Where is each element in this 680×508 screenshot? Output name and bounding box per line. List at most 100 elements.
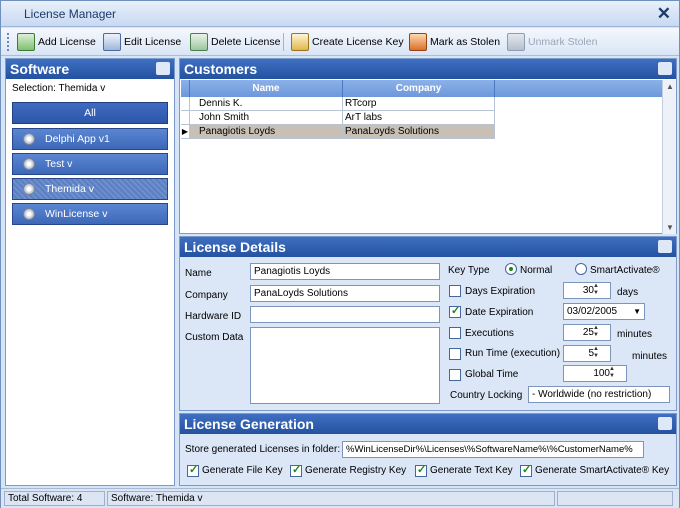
create-license-key-button[interactable]: Create License Key [291,32,404,52]
country-locking-label: Country Locking [450,390,523,401]
folder-label: Store generated Licenses in folder: [185,444,341,455]
smartactivate-radio-label: SmartActivate® [590,265,660,276]
spinner-arrows-icon[interactable]: ▲ ▼ [593,346,609,361]
spinner-arrows-icon[interactable]: ▲ ▼ [593,283,609,298]
edit-license-icon [103,33,121,51]
executions-spinner[interactable]: 25 ▲ ▼ [563,324,611,341]
cd-icon [23,133,35,145]
spinner-arrows-icon[interactable]: ▲ ▼ [593,325,609,340]
custom-data-field[interactable] [250,327,440,404]
software-panel: Software Selection: Themida v All Delphi… [5,58,175,486]
software-status: Software: Themida v [107,491,555,506]
add-license-icon [17,33,35,51]
delete-license-icon [190,33,208,51]
unmark-stolen-icon [507,33,525,51]
edit-license-button[interactable]: Edit License [103,32,181,52]
toolbar: Add License Edit License Delete License … [1,28,679,56]
current-row-arrow-icon: ▶ [181,125,190,139]
software-item-themida[interactable]: Themida v [12,178,168,200]
generate-text-key-label: Generate Text Key [430,465,513,476]
status-empty-cell [557,491,673,506]
software-item-delphi-app[interactable]: Delphi App v1 [12,128,168,150]
company-label: Company [185,290,228,301]
close-icon[interactable]: ✕ [657,4,671,24]
software-options-icon[interactable] [156,62,170,75]
scroll-up-icon[interactable]: ▲ [666,82,674,91]
runtime-checkbox[interactable] [449,348,461,360]
custom-data-label: Custom Data [185,332,244,343]
window-title: License Manager [24,7,117,21]
key-type-label: Key Type [448,265,490,276]
days-expiration-label: Days Expiration [465,286,536,297]
delete-license-button[interactable]: Delete License [190,32,280,52]
total-software-status: Total Software: 4 [4,491,105,506]
license-manager-window: License Manager ✕ Add License Edit Licen… [0,0,680,508]
key-icon [291,33,309,51]
runtime-spinner[interactable]: 5 ▲ ▼ [563,345,611,362]
name-field[interactable]: Panagiotis Loyds [250,263,440,280]
generate-registry-key-label: Generate Registry Key [305,465,407,476]
scroll-down-icon[interactable]: ▼ [666,223,674,232]
column-header-company[interactable]: Company [343,80,495,97]
country-locking-select[interactable]: - Worldwide (no restriction) [528,386,670,403]
customers-panel: Customers Name Company Dennis K. RTcorp J… [179,58,677,234]
selection-label: Selection: Themida v [12,83,106,94]
executions-checkbox[interactable] [449,327,461,339]
runtime-unit-label: minutes [632,351,668,362]
generate-smartactivate-key-checkbox[interactable] [520,463,532,477]
generate-registry-key-checkbox[interactable] [290,463,302,477]
cd-icon [23,208,35,220]
license-details-header: License Details [180,237,676,257]
grid-header: Name Company [181,80,663,97]
toolbar-separator [283,33,284,51]
executions-unit-label: minutes [617,329,653,340]
runtime-label: Run Time (execution) [465,348,561,359]
date-expiration-checkbox[interactable] [449,304,461,318]
global-time-spinner[interactable]: 100 ▲ ▼ [563,365,627,382]
days-expiration-spinner[interactable]: 30 ▲ ▼ [563,282,611,299]
toolbar-grip[interactable] [7,33,10,51]
generate-text-key-checkbox[interactable] [415,463,427,477]
customers-scrollbar[interactable]: ▲ ▼ [662,80,676,234]
software-header: Software [6,59,174,79]
date-expiration-picker[interactable]: 03/02/2005 ▼ [563,303,645,320]
license-generation-panel: License Generation Store generated Licen… [179,413,677,486]
company-field[interactable]: PanaLoyds Solutions [250,285,440,302]
hardware-id-label: Hardware ID [185,311,242,322]
add-license-button[interactable]: Add License [17,32,96,52]
software-item-winlicense[interactable]: WinLicense v [12,203,168,225]
date-expiration-label: Date Expiration [465,307,534,318]
mark-stolen-icon [409,33,427,51]
row-indicator-header [181,80,190,97]
global-time-label: Global Time [465,369,519,380]
license-details-icon[interactable] [658,240,672,253]
customers-grid: Name Company Dennis K. RTcorp John Smith A… [181,80,663,234]
days-unit-label: days [617,287,639,298]
global-time-checkbox[interactable] [449,369,461,381]
folder-field[interactable]: %WinLicenseDir%\Licenses\%SoftwareName%\… [342,441,644,458]
generate-smartactivate-key-label: Generate SmartActivate® Key [535,465,670,476]
license-details-panel: License Details Name Panagiotis Loyds Co… [179,236,677,411]
table-row[interactable]: John Smith ArT labs [181,111,663,125]
generate-file-key-checkbox[interactable] [187,463,199,477]
chevron-down-icon[interactable]: ▼ [633,304,641,319]
smartactivate-radio[interactable] [575,263,587,275]
table-row[interactable]: Dennis K. RTcorp [181,97,663,111]
software-item-test[interactable]: Test v [12,153,168,175]
days-expiration-checkbox[interactable] [449,285,461,297]
spinner-arrows-icon[interactable]: ▲ ▼ [609,366,625,381]
mark-stolen-button[interactable]: Mark as Stolen [409,32,500,52]
table-row-selected[interactable]: ▶ Panagiotis Loyds PanaLoyds Solutions [181,125,663,139]
executions-label: Executions [465,328,514,339]
hardware-id-field[interactable] [250,306,440,323]
column-header-name[interactable]: Name [190,80,343,97]
customers-header: Customers [180,59,676,79]
license-generation-icon[interactable] [658,417,672,430]
cd-icon [23,183,35,195]
name-label: Name [185,268,212,279]
unmark-stolen-button[interactable]: Unmark Stolen [507,32,597,52]
status-bar: Total Software: 4 Software: Themida v [1,488,679,508]
normal-radio[interactable] [505,263,517,275]
all-software-button[interactable]: All [12,102,168,124]
customers-options-icon[interactable] [658,62,672,75]
